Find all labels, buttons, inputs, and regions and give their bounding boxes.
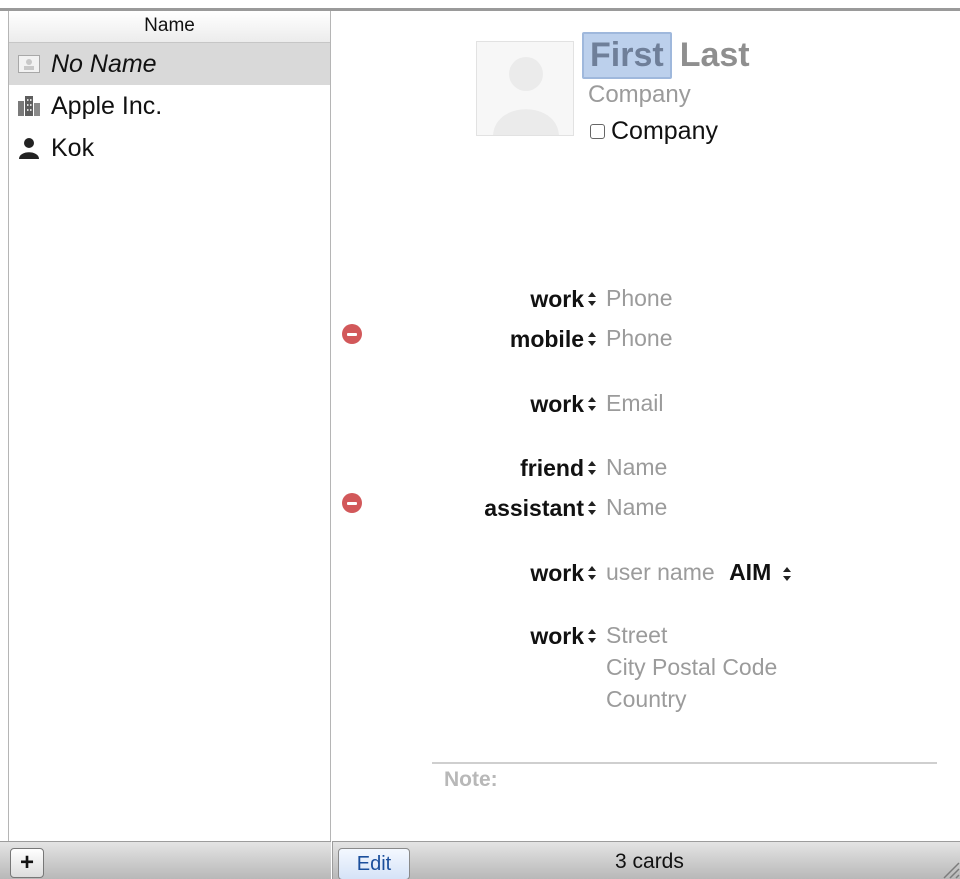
company-checkbox-label: Company — [611, 117, 718, 145]
im-label-work[interactable]: work — [530, 557, 584, 589]
company-checkbox-row[interactable]: Company — [590, 117, 718, 146]
list-item-kok[interactable]: Kok — [9, 127, 330, 169]
contact-card: First Last Company Company work Phone mo… — [332, 11, 960, 841]
phone-label-work[interactable]: work — [530, 283, 584, 315]
related-field-friend: friend Name — [332, 452, 960, 484]
list-column-header[interactable]: Name — [9, 11, 330, 43]
list-item-apple-inc[interactable]: Apple Inc. — [9, 85, 330, 127]
company-checkbox[interactable] — [590, 124, 605, 139]
card-footer-bar: Edit 3 cards — [332, 841, 960, 879]
list-item-label: Apple Inc. — [51, 91, 163, 120]
address-country-input[interactable]: Country — [606, 686, 687, 713]
stepper-icon[interactable] — [587, 500, 597, 516]
note-label[interactable]: Note: — [444, 768, 498, 792]
stepper-icon[interactable] — [587, 460, 597, 476]
list-item-no-name[interactable]: No Name — [9, 43, 330, 85]
stepper-icon[interactable] — [782, 566, 792, 582]
add-contact-button[interactable]: + — [10, 848, 44, 878]
email-input-work[interactable]: Email — [606, 388, 664, 418]
edit-button[interactable]: Edit — [338, 848, 410, 879]
contact-list: Name No Name Apple Inc. Kok — [8, 11, 331, 841]
address-city-input[interactable]: City Postal Code — [606, 654, 777, 681]
related-label-assistant[interactable]: assistant — [484, 492, 584, 524]
phone-label-mobile[interactable]: mobile — [510, 323, 584, 355]
related-input-assistant[interactable]: Name — [606, 492, 667, 522]
stepper-icon[interactable] — [587, 628, 597, 644]
stepper-icon[interactable] — [587, 291, 597, 307]
im-username-input[interactable]: user name — [606, 559, 715, 585]
person-icon — [17, 136, 41, 160]
list-item-label: No Name — [51, 49, 157, 78]
first-name-field[interactable]: First — [582, 31, 672, 79]
note-divider — [432, 762, 937, 764]
company-field[interactable]: Company — [588, 81, 691, 109]
im-service-select[interactable]: AIM — [729, 559, 771, 585]
phone-field-mobile: mobile Phone — [332, 323, 960, 355]
last-name-field[interactable]: Last — [680, 36, 750, 75]
person-silhouette-icon — [493, 57, 559, 135]
resize-grip-icon[interactable] — [938, 857, 960, 879]
address-book-window: Name No Name Apple Inc. Kok First Last C… — [0, 0, 960, 879]
phone-field-work: work Phone — [332, 283, 960, 315]
phone-input-work[interactable]: Phone — [606, 283, 673, 313]
address-street-input[interactable]: Street — [606, 620, 667, 650]
address-label-work[interactable]: work — [530, 620, 584, 652]
related-label-friend[interactable]: friend — [520, 452, 584, 484]
email-field-work: work Email — [332, 388, 960, 420]
building-icon — [17, 94, 41, 118]
stepper-icon[interactable] — [587, 396, 597, 412]
related-field-assistant: assistant Name — [332, 492, 960, 524]
stepper-icon[interactable] — [587, 565, 597, 581]
phone-input-mobile[interactable]: Phone — [606, 323, 673, 353]
list-item-label: Kok — [51, 133, 95, 162]
related-input-friend[interactable]: Name — [606, 452, 667, 482]
card-count: 3 cards — [615, 850, 684, 873]
email-label-work[interactable]: work — [530, 388, 584, 420]
card-icon — [17, 52, 41, 76]
contact-photo[interactable] — [476, 41, 574, 136]
im-field-work: work user name AIM — [332, 557, 960, 589]
address-field-work: work Street — [332, 620, 960, 652]
im-row: user name AIM — [606, 557, 792, 587]
name-fields: First Last — [582, 29, 750, 81]
list-footer-bar: + — [0, 841, 331, 879]
stepper-icon[interactable] — [587, 331, 597, 347]
